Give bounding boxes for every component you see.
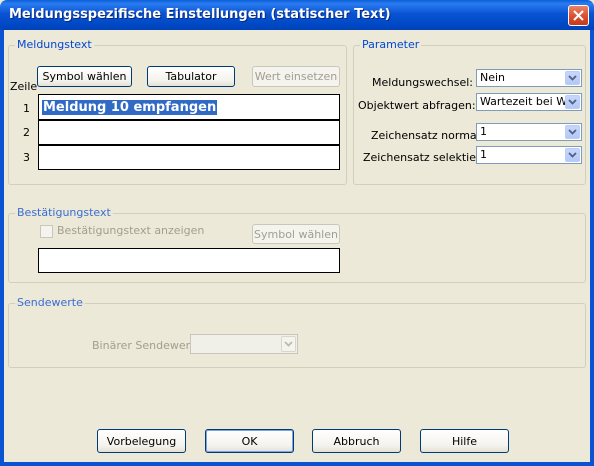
zeichensatz-selektiert-dropdown[interactable]: 1 xyxy=(476,146,582,164)
binaerer-sendewert-label: Binärer Sendewert: xyxy=(92,339,199,352)
window-frame-right xyxy=(590,30,594,466)
close-icon xyxy=(573,10,584,21)
vorbelegung-button[interactable]: Vorbelegung xyxy=(97,429,186,453)
window-frame-bottom xyxy=(0,462,594,466)
zeichensatz-normal-dropdown[interactable]: 1 xyxy=(476,123,582,141)
parameter-group: Parameter xyxy=(353,38,586,185)
close-button[interactable] xyxy=(568,5,589,26)
zeichensatz-selektiert-value: 1 xyxy=(480,148,487,161)
window-title: Meldungsspezifische Einstellungen (stati… xyxy=(9,7,391,22)
zeichensatz-selektiert-label: Zeichensatz selektiert: xyxy=(363,151,489,164)
meldungswechsel-label: Meldungswechsel: xyxy=(372,76,473,89)
objektwert-value: Wartezeit bei Wi xyxy=(480,95,566,108)
objektwert-label: Objektwert abfragen: xyxy=(358,99,476,112)
bestaetigungstext-checkbox-label: Bestätigungstext anzeigen xyxy=(57,224,205,237)
zeichensatz-normal-label: Zeichensatz normal: xyxy=(371,129,484,142)
bestaetigungstext-checkbox[interactable] xyxy=(40,225,53,238)
chevron-down-icon[interactable] xyxy=(281,336,296,352)
title-bar[interactable]: Meldungsspezifische Einstellungen (stati… xyxy=(0,0,594,30)
chevron-down-icon[interactable] xyxy=(565,71,580,85)
symbol-waehlen-button[interactable]: Symbol wählen xyxy=(37,66,132,87)
abbruch-button[interactable]: Abbruch xyxy=(312,429,401,453)
chevron-down-icon[interactable] xyxy=(565,95,580,109)
tabulator-button[interactable]: Tabulator xyxy=(147,66,235,87)
meldungswechsel-dropdown[interactable]: Nein xyxy=(476,69,582,87)
bestaetigung-symbol-button[interactable]: Symbol wählen xyxy=(252,224,340,244)
sendewerte-group-label: Sendewerte xyxy=(15,296,85,309)
chevron-down-icon[interactable] xyxy=(565,125,580,139)
hilfe-button[interactable]: Hilfe xyxy=(420,429,509,453)
message-line-1-input[interactable]: Meldung 10 empfangen xyxy=(38,94,340,120)
message-line-1-value: Meldung 10 empfangen xyxy=(42,100,218,115)
chevron-down-icon[interactable] xyxy=(565,148,580,162)
line-number-3: 3 xyxy=(23,151,30,164)
line-number-2: 2 xyxy=(23,126,30,139)
zeichensatz-normal-value: 1 xyxy=(480,125,487,138)
objektwert-dropdown[interactable]: Wartezeit bei Wi xyxy=(476,93,582,111)
wert-einsetzen-button[interactable]: Wert einsetzen xyxy=(252,66,340,87)
bestaetigungstext-group-label: Bestätigungstext xyxy=(15,206,113,219)
bestaetigungstext-input[interactable] xyxy=(38,248,340,273)
ok-button[interactable]: OK xyxy=(205,429,294,453)
message-line-2-input[interactable] xyxy=(38,120,340,145)
parameter-group-label: Parameter xyxy=(360,38,422,51)
message-line-3-input[interactable] xyxy=(38,145,340,170)
binaerer-sendewert-dropdown[interactable] xyxy=(190,334,298,354)
zeile-label: Zeile xyxy=(10,80,38,93)
window-frame-left xyxy=(0,30,4,466)
meldungstext-group-label: Meldungstext xyxy=(15,38,94,51)
line-number-1: 1 xyxy=(23,102,30,115)
meldungswechsel-value: Nein xyxy=(480,71,506,84)
